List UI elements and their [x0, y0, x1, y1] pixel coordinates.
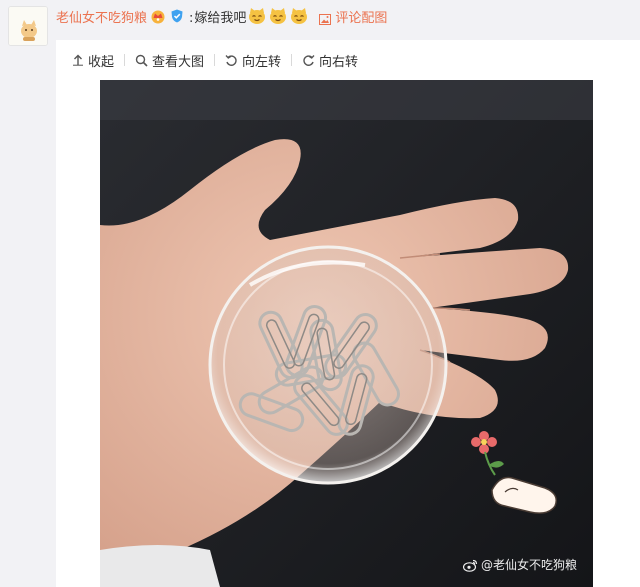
comment-photo[interactable]: @老仙女不吃狗粮: [100, 80, 593, 587]
comment-picture-label[interactable]: 评论配图: [335, 9, 387, 29]
comment-row: 老仙女不吃狗粮 : 嫁给我吧 评论配图: [0, 0, 640, 46]
user-avatar[interactable]: [8, 6, 48, 46]
cat-face-emoji-icon: [268, 7, 288, 32]
comment-username[interactable]: 老仙女不吃狗粮: [56, 9, 147, 29]
view-large-button[interactable]: 查看大图: [135, 50, 204, 70]
rotate-left-label[interactable]: 向左转: [242, 51, 281, 70]
photo-watermark: @老仙女不吃狗粮: [462, 557, 577, 573]
rotate-right-label[interactable]: 向右转: [319, 51, 358, 70]
toolbar-divider: [214, 54, 216, 66]
member-shield-icon[interactable]: [169, 8, 185, 31]
arrow-up-icon: [73, 54, 83, 66]
rotate-right-icon: [303, 54, 315, 66]
picture-toolbar: 收起 查看大图 向左转 向右转: [56, 40, 640, 80]
collapse-label[interactable]: 收起: [88, 51, 114, 70]
rotate-right-button[interactable]: 向右转: [302, 50, 358, 70]
collapse-button[interactable]: 收起: [72, 50, 114, 70]
rotate-left-icon: [225, 54, 237, 66]
weibo-logo-icon: [462, 559, 478, 572]
vip-crown-icon[interactable]: [150, 8, 166, 31]
cat-face-emoji-icon: [247, 7, 267, 32]
comment-picture-link[interactable]: 评论配图: [319, 9, 387, 29]
view-large-label[interactable]: 查看大图: [152, 51, 204, 70]
expanded-picture-panel: 收起 查看大图 向左转 向右转 @老仙女不吃狗粮: [56, 40, 640, 587]
image-icon: [319, 13, 332, 25]
magnifier-icon: [135, 54, 148, 67]
watermark-text: @老仙女不吃狗粮: [480, 558, 577, 572]
rotate-left-button[interactable]: 向左转: [225, 50, 281, 70]
cat-face-emoji-icon: [289, 7, 309, 32]
toolbar-divider: [124, 54, 126, 66]
comment-content: 老仙女不吃狗粮 : 嫁给我吧 评论配图: [56, 7, 387, 32]
toolbar-divider: [291, 54, 293, 66]
comment-colon: :: [189, 11, 194, 26]
comment-text: 嫁给我吧: [194, 11, 247, 26]
